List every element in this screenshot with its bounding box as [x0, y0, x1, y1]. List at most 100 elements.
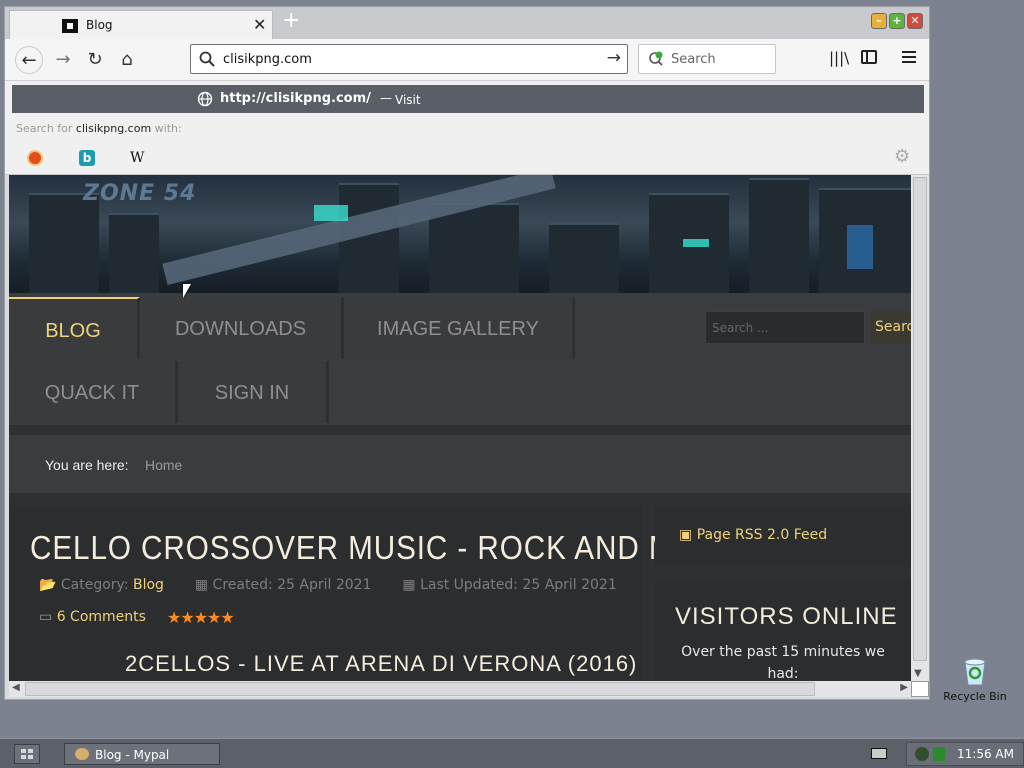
keyboard-icon[interactable] — [871, 748, 887, 759]
star-icon[interactable]: ★ — [220, 608, 234, 627]
recycle-bin-icon — [961, 656, 989, 686]
visit-separator: — — [380, 91, 392, 105]
star-icon[interactable]: ★ — [194, 608, 208, 627]
url-input[interactable]: clisikpng.com — [223, 52, 312, 67]
banner-building — [749, 178, 809, 293]
scroll-left-arrow-icon[interactable]: ◀ — [12, 682, 20, 693]
search-for-suffix: with: — [154, 122, 182, 135]
scroll-corner — [911, 681, 929, 697]
menu-item-downloads[interactable]: DOWNLOADS — [140, 297, 344, 359]
banner-building — [109, 213, 159, 293]
horizontal-scrollbar[interactable]: ◀ ▶ — [9, 681, 911, 697]
browser-window: Blog ✕ + – + ✕ ← → ↻ ⌂ clisikpng.com → S… — [4, 6, 930, 700]
article-title: CELLO CROSSOVER MUSIC - ROCK AND METAL — [30, 529, 751, 566]
visitors-title: VISITORS ONLINE — [675, 603, 898, 630]
minimize-button[interactable]: – — [871, 13, 887, 29]
breadcrumb: You are here: Home — [9, 435, 911, 493]
category-link[interactable]: Blog — [133, 577, 164, 593]
banner-building — [549, 223, 619, 293]
search-settings-gear-icon[interactable]: ⚙ — [894, 146, 910, 167]
mouse-cursor-icon — [183, 284, 191, 298]
recycle-bin[interactable]: Recycle Bin — [938, 656, 1012, 703]
maximize-button[interactable]: + — [889, 13, 905, 29]
menu-item-quack-it[interactable]: QUACK IT — [9, 361, 178, 423]
wikipedia-icon[interactable]: W — [130, 150, 146, 166]
updated-date: Last Updated: 25 April 2021 — [420, 577, 617, 593]
breadcrumb-label: You are here: — [45, 457, 129, 473]
search-box[interactable]: Search — [638, 44, 776, 74]
rss-feed-link[interactable]: ▣ Page RSS 2.0 Feed — [679, 527, 827, 543]
menu-item-image-gallery[interactable]: IMAGE GALLERY — [344, 297, 575, 359]
site-logo[interactable]: ZONE 54 — [83, 181, 196, 206]
tab-close-icon[interactable]: ✕ — [253, 15, 266, 34]
banner-light — [314, 205, 348, 221]
go-arrow-icon[interactable]: → — [607, 48, 621, 68]
banner-light — [847, 225, 873, 269]
rating-stars[interactable]: ★★★★★ — [167, 608, 235, 627]
network-icon[interactable] — [915, 747, 929, 761]
start-button[interactable] — [14, 744, 40, 764]
system-tray: 11:56 AM — [906, 742, 1024, 766]
calendar-icon: ▦ — [402, 577, 416, 593]
hero-banner: ZONE 54 — [9, 175, 911, 293]
search-for-hint: Search for clisikpng.com with: — [16, 122, 182, 135]
comment-icon: ▭ — [39, 609, 53, 625]
navigation-toolbar: ← → ↻ ⌂ clisikpng.com → Search |||\ — [5, 39, 929, 81]
vertical-scrollbar[interactable]: ▼ — [911, 175, 929, 681]
taskbar-item-blog[interactable]: Blog - Mypal — [64, 743, 220, 765]
visitors-text: Over the past 15 minutes we had: — [681, 644, 885, 681]
article: CELLO CROSSOVER MUSIC - ROCK AND METAL 📂… — [9, 505, 749, 681]
tab-blog[interactable]: Blog ✕ — [9, 10, 273, 39]
visitors-box: VISITORS ONLINE Over the past 15 minutes… — [655, 579, 911, 681]
article-meta: 📂 Category: Blog ▦ Created: 25 April 202… — [39, 577, 617, 593]
search-icon — [199, 51, 215, 70]
site-search-input[interactable]: Search ... — [705, 311, 865, 344]
url-bar[interactable]: clisikpng.com → — [190, 44, 628, 74]
banner-building — [29, 193, 99, 293]
visit-url: http://clisikpng.com/ — [220, 91, 371, 106]
url-dropdown: http://clisikpng.com/ — Visit Search for… — [5, 81, 929, 175]
tab-favicon-icon — [62, 19, 78, 33]
hamburger-menu-icon[interactable] — [902, 51, 916, 66]
sidebar-icon[interactable] — [861, 50, 877, 64]
breadcrumb-home-link[interactable]: Home — [145, 457, 182, 473]
clock[interactable]: 11:56 AM — [957, 747, 1014, 761]
menu-item-sign-in[interactable]: SIGN IN — [178, 361, 329, 423]
site-search-button[interactable]: Search — [870, 311, 911, 344]
search-for-prefix: Search for — [16, 122, 73, 135]
rss-icon: ▣ — [679, 527, 693, 543]
comments-link[interactable]: ▭ 6 Comments — [39, 609, 146, 625]
tab-title: Blog — [86, 18, 113, 32]
star-icon[interactable]: ★ — [180, 608, 194, 627]
banner-light — [683, 239, 709, 247]
scroll-right-arrow-icon[interactable]: ▶ — [900, 682, 908, 693]
duckduckgo-icon[interactable] — [27, 150, 43, 166]
mypal-icon — [75, 748, 89, 760]
home-button[interactable]: ⌂ — [113, 46, 141, 74]
search-input[interactable]: Search — [671, 52, 716, 67]
created-date: Created: 25 April 2021 — [212, 577, 372, 593]
scroll-down-arrow-icon[interactable]: ▼ — [914, 668, 922, 679]
forward-button[interactable]: → — [49, 46, 77, 74]
reload-button[interactable]: ↻ — [81, 46, 109, 74]
close-window-button[interactable]: ✕ — [907, 13, 923, 29]
search-for-term: clisikpng.com — [75, 122, 152, 135]
new-tab-button[interactable]: + — [282, 8, 300, 33]
update-icon[interactable] — [933, 747, 945, 761]
menu-item-blog[interactable]: BLOG — [9, 297, 140, 359]
visit-suggestion[interactable]: http://clisikpng.com/ — Visit — [12, 85, 924, 113]
star-icon[interactable]: ★ — [207, 608, 221, 627]
vertical-scroll-thumb[interactable] — [913, 177, 927, 661]
library-icon[interactable]: |||\ — [829, 49, 849, 67]
category-label: Category: — [60, 577, 129, 593]
comments-count: 6 Comments — [56, 609, 146, 625]
horizontal-scroll-thumb[interactable] — [25, 682, 815, 696]
taskbar: Blog - Mypal 11:56 AM — [0, 738, 1024, 768]
visit-label: Visit — [395, 93, 421, 107]
back-button[interactable]: ← — [15, 46, 43, 74]
rss-box: ▣ Page RSS 2.0 Feed — [655, 505, 911, 567]
star-icon[interactable]: ★ — [167, 608, 181, 627]
folder-icon: 📂 — [39, 577, 57, 593]
bing-icon[interactable]: b — [79, 150, 95, 166]
taskbar-item-label: Blog - Mypal — [95, 748, 170, 762]
